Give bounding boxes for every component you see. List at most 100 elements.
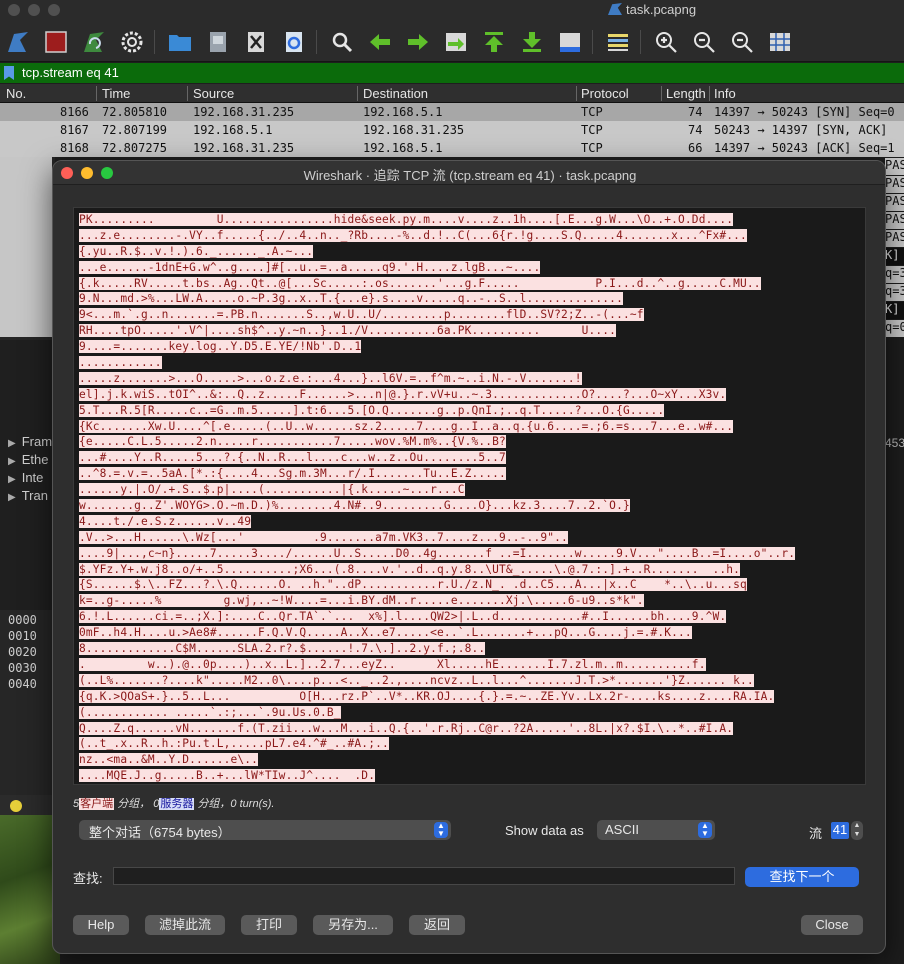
packet-no: 8168 [60, 141, 89, 155]
filter-out-stream-button[interactable]: 滤掉此流 [145, 915, 225, 935]
column-header-time[interactable]: Time [102, 86, 130, 101]
column-header-source[interactable]: Source [193, 86, 234, 101]
close-button[interactable]: Close [801, 915, 863, 935]
client-stream-text: ....9|...,c~n}.....7.....3..../......U..… [79, 546, 796, 560]
stream-line: .V..>...H......\.Wz[...' .9.......a7m.VK… [79, 530, 795, 546]
help-button[interactable]: Help [73, 915, 129, 935]
stream-line: 4....t./.e.S.z......v..49 [79, 514, 795, 530]
filter-bookmark-icon[interactable] [4, 66, 14, 80]
stream-line: ......y.|.O/.+.S..$.p|....(...........|{… [79, 482, 795, 498]
show-data-as-label: Show data as [505, 823, 584, 838]
packet-row[interactable]: 8166 72.805810 192.168.31.235 192.168.5.… [0, 103, 904, 121]
client-stream-text: .....z.......>...O.....>...o.z.e.:...4..… [79, 371, 582, 385]
client-tag: 客户端 [79, 798, 115, 810]
zoom-in-icon[interactable] [652, 28, 680, 56]
normal-size-icon[interactable] [728, 28, 756, 56]
details-tree-item[interactable]: ▶ Tran [8, 488, 48, 503]
client-stream-text: ...e......-1dnE+G.w^..g....]#[..u..=..a.… [79, 260, 541, 274]
packet-info: 14397 → 50243 [ACK] Seq=1 [714, 141, 895, 155]
close-file-icon[interactable] [242, 28, 270, 56]
print-button[interactable]: 打印 [241, 915, 297, 935]
stream-line: ....9|...,c~n}.....7.....3..../......U..… [79, 546, 796, 562]
client-stream-text: 9<...m.`.g..n.......=.PB.n.......S..,w.U… [79, 308, 644, 322]
find-next-button[interactable]: 查找下一个 [745, 867, 859, 887]
conversation-select[interactable]: 整个对话（6754 bytes） ▲ ▼ [79, 820, 451, 840]
packet-time: 72.807199 [102, 123, 168, 137]
main-zoom-dot[interactable] [48, 4, 60, 16]
show-data-as-select[interactable]: ASCII ▲ ▼ [597, 820, 715, 840]
hex-offset: 0010 [8, 629, 37, 643]
stream-number-stepper[interactable]: ▲ ▼ [851, 821, 863, 840]
details-tree-item[interactable]: ▶ Inte [8, 470, 43, 485]
client-stream-text: 9....=.......key.log..Y.D5.E.YE/!Nb'.D..… [79, 340, 362, 354]
packet-row[interactable]: 8168 72.807275 192.168.31.235 192.168.5.… [0, 139, 904, 157]
find-packet-magnifier-icon[interactable] [328, 28, 356, 56]
stream-line: 9.N...md.>%...LW.A.....o.~P.3g..x..T.{..… [79, 291, 795, 307]
go-back-arrow-icon[interactable] [366, 28, 394, 56]
stream-line: 8.............C$M......SLA.2.r?.$......!… [79, 641, 795, 657]
restart-capture-icon[interactable] [80, 28, 108, 56]
start-capture-fin-icon[interactable] [4, 28, 32, 56]
client-stream-text: (..t_.x..R..h.:Pu.t.L,.....pL7.e4.^#_..#… [79, 737, 389, 751]
column-header-protocol[interactable]: Protocol [581, 86, 629, 101]
colorize-list-icon[interactable] [604, 28, 632, 56]
last-packet-down-arrow-icon[interactable] [518, 28, 546, 56]
client-stream-text: {S......$.\..FZ...?.\.Q......O. ..h."..d… [79, 578, 747, 592]
back-button[interactable]: 返回 [409, 915, 465, 935]
conversation-select-value: 整个对话（6754 bytes） [89, 825, 231, 840]
client-stream-text: el].j.k.wiS..tOI^..&:..Q..z.....F......>… [79, 387, 727, 401]
hex-offset: 0030 [8, 661, 37, 675]
info-fragment: K] [885, 302, 904, 319]
stream-content-area[interactable]: PK......... U................hide&seek.p… [73, 207, 866, 785]
details-item-label: Fram [21, 434, 53, 449]
expert-info-led-icon[interactable] [10, 800, 22, 812]
packet-destination: 192.168.5.1 [363, 141, 443, 155]
stream-line: nz..<ma..&M..Y.D......e\.. [79, 752, 795, 768]
stream-line: ....MQE.J..g.....B..+...lW*TIw..J^.... .… [79, 768, 795, 784]
client-stream-text: {Kc.......Xw.U....^[.e.....(..U..w......… [79, 419, 734, 433]
packet-no: 8167 [60, 123, 89, 137]
packet-row[interactable]: 8167 72.807199 192.168.5.1 192.168.31.23… [0, 121, 904, 139]
window-title-text: task.pcapng [626, 2, 697, 17]
column-header-info[interactable]: Info [714, 86, 736, 101]
display-filter-input[interactable]: tcp.stream eq 41 [22, 65, 119, 80]
find-input[interactable] [113, 867, 735, 885]
packet-list-header: No. Time Source Destination Protocol Len… [0, 84, 904, 103]
column-header-length[interactable]: Length [666, 86, 706, 101]
wireshark-fin-icon [608, 3, 622, 15]
packet-destination: 192.168.5.1 [363, 105, 443, 119]
go-forward-arrow-icon[interactable] [404, 28, 432, 56]
stream-line: (............ .....`.:;...`.9u.Us.0.B_ [79, 705, 795, 721]
client-stream-text: {.yu..R.$..v.!.).6._......_.A.~... [79, 244, 314, 258]
capture-options-gear-icon[interactable] [118, 28, 146, 56]
window-title: task.pcapng [608, 2, 696, 17]
main-minimize-dot[interactable] [28, 4, 40, 16]
column-header-destination[interactable]: Destination [363, 86, 428, 101]
info-fragment: PAS [885, 230, 904, 247]
reload-file-icon[interactable] [280, 28, 308, 56]
first-packet-up-arrow-icon[interactable] [480, 28, 508, 56]
main-close-dot[interactable] [8, 4, 20, 16]
go-to-packet-icon[interactable] [442, 28, 470, 56]
client-stream-text: {q.K.>QOaS+.}..5..L... O[H...rz.P`..V*..… [79, 689, 775, 703]
client-stream-text: PK......... U................hide&seek.p… [79, 213, 734, 226]
column-header-no[interactable]: No. [6, 86, 26, 101]
stream-line: ............ [79, 355, 795, 371]
save-file-icon[interactable] [204, 28, 232, 56]
open-folder-icon[interactable] [166, 28, 194, 56]
details-tree-item[interactable]: ▶ Ethe [8, 452, 48, 467]
display-filter-bar[interactable]: tcp.stream eq 41 [0, 63, 904, 83]
details-tree-item[interactable]: ▶ Fram [8, 434, 52, 449]
zoom-out-icon[interactable] [690, 28, 718, 56]
client-stream-text: {.k.....RV.....t.bs..Ag..Qt..@[...Sc....… [79, 276, 761, 290]
resize-columns-icon[interactable] [766, 28, 794, 56]
follow-tcp-stream-dialog: Wireshark · 追踪 TCP 流 (tcp.stream eq 41) … [52, 160, 886, 954]
stream-number-input[interactable]: 41 [831, 822, 849, 839]
stop-capture-icon[interactable] [42, 28, 70, 56]
packet-protocol: TCP [581, 123, 603, 137]
save-as-button[interactable]: 另存为... [313, 915, 393, 935]
stream-line: w.......g..Z'.WOYG>.O.~m.D.)%........4.N… [79, 498, 795, 514]
client-stream-text: ...z.e........-.VY..f.....{../..4..n.._?… [79, 228, 747, 242]
autoscroll-icon[interactable] [556, 28, 584, 56]
stream-line: PK......... U................hide&seek.p… [79, 212, 795, 228]
